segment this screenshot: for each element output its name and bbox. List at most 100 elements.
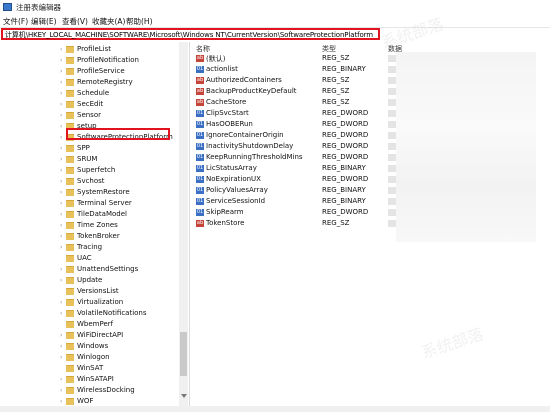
chevron-right-icon[interactable]: ›	[60, 79, 62, 86]
chevron-right-icon[interactable]: ›	[60, 222, 62, 229]
menu-view[interactable]: 查看(V)	[62, 16, 88, 27]
chevron-right-icon[interactable]: ›	[60, 233, 62, 240]
value-name: InactivityShutdownDelay	[206, 142, 294, 150]
value-name: SkipRearm	[206, 208, 244, 216]
tree-item[interactable]: › Terminal Server	[0, 198, 178, 209]
value-type: REG_DWORD	[322, 153, 369, 161]
chevron-right-icon[interactable]: ›	[60, 387, 62, 394]
tree-item[interactable]: › Svchost	[0, 176, 178, 187]
tree-item[interactable]: › SPP	[0, 143, 178, 154]
chevron-right-icon[interactable]: ›	[60, 244, 62, 251]
tree-item-label: RemoteRegistry	[77, 78, 133, 86]
folder-icon	[66, 79, 74, 86]
chevron-right-icon[interactable]: ›	[60, 101, 62, 108]
chevron-right-icon[interactable]: ›	[60, 68, 62, 75]
tree-item-label: SystemRestore	[77, 188, 130, 196]
chevron-right-icon[interactable]: ›	[60, 134, 62, 141]
value-type: REG_SZ	[322, 76, 350, 84]
folder-icon	[66, 189, 74, 196]
tree-item[interactable]: › SRUM	[0, 154, 178, 165]
tree-scrollbar-thumb[interactable]	[180, 332, 187, 376]
value-name: PolicyValuesArray	[206, 186, 268, 194]
tree-item[interactable]: › SystemRestore	[0, 187, 178, 198]
reg-binary-icon: 01	[196, 110, 204, 117]
tree-item[interactable]: › Time Zones	[0, 220, 178, 231]
chevron-right-icon[interactable]: ›	[60, 354, 62, 361]
tree-item[interactable]: › WOF	[0, 396, 178, 406]
menu-file[interactable]: 文件(F)	[3, 16, 28, 27]
address-bar[interactable]: 计算机\HKEY_LOCAL_MACHINE\SOFTWARE\Microsof…	[1, 28, 380, 40]
chevron-right-icon[interactable]: ›	[60, 178, 62, 185]
menu-help[interactable]: 帮助(H)	[126, 16, 153, 27]
tree-scrollbar[interactable]	[179, 42, 188, 406]
chevron-right-icon[interactable]: ›	[60, 200, 62, 207]
reg-binary-icon: 01	[196, 165, 204, 172]
tree-item[interactable]: › TileDataModel	[0, 209, 178, 220]
chevron-right-icon[interactable]: ›	[60, 57, 62, 64]
chevron-right-icon[interactable]: ›	[60, 277, 62, 284]
tree-item[interactable]: › UnattendSettings	[0, 264, 178, 275]
address-path[interactable]: 计算机\HKEY_LOCAL_MACHINE\SOFTWARE\Microsof…	[5, 30, 373, 40]
chevron-right-icon[interactable]: ›	[60, 343, 62, 350]
chevron-right-icon[interactable]: ›	[60, 112, 62, 119]
tree-item[interactable]: › Virtualization	[0, 297, 178, 308]
tree-item-label: WinSAT	[77, 364, 104, 372]
tree-item[interactable]: › ProfileService	[0, 66, 178, 77]
registry-key-tree[interactable]: › ProfileList › ProfileNotification › Profile…	[0, 42, 188, 406]
chevron-right-icon[interactable]: ›	[60, 46, 62, 53]
tree-item[interactable]: UAC	[0, 253, 178, 264]
chevron-right-icon[interactable]: ›	[60, 145, 62, 152]
folder-icon	[66, 112, 74, 119]
folder-icon	[66, 299, 74, 306]
reg-binary-icon: 01	[196, 187, 204, 194]
tree-item[interactable]: › Tracing	[0, 242, 178, 253]
tree-item[interactable]: › Superfetch	[0, 165, 178, 176]
folder-icon	[66, 222, 74, 229]
menu-edit[interactable]: 编辑(E)	[31, 16, 57, 27]
value-type: REG_DWORD	[322, 208, 369, 216]
tree-item[interactable]: › VolatileNotifications	[0, 308, 178, 319]
scroll-down-arrow-icon[interactable]	[181, 394, 187, 398]
chevron-right-icon[interactable]: ›	[60, 376, 62, 383]
chevron-right-icon[interactable]: ›	[60, 332, 62, 339]
tree-item[interactable]: › ProfileList	[0, 44, 178, 55]
chevron-right-icon[interactable]: ›	[60, 266, 62, 273]
chevron-right-icon[interactable]: ›	[60, 90, 62, 97]
tree-item[interactable]: › Sensor	[0, 110, 178, 121]
folder-icon	[66, 365, 74, 372]
registry-editor-icon	[3, 3, 12, 11]
tree-item[interactable]: › SecEdit	[0, 99, 178, 110]
folder-icon	[66, 398, 74, 405]
folder-icon	[66, 178, 74, 185]
chevron-right-icon[interactable]: ›	[60, 398, 62, 405]
tree-item[interactable]: › Winlogon	[0, 352, 178, 363]
tree-item[interactable]: › Schedule	[0, 88, 178, 99]
tree-item-label: Superfetch	[77, 166, 116, 174]
reg-binary-icon: 01	[196, 132, 204, 139]
chevron-right-icon[interactable]: ›	[60, 123, 62, 130]
chevron-right-icon[interactable]: ›	[60, 299, 62, 306]
folder-icon	[66, 277, 74, 284]
chevron-right-icon[interactable]: ›	[60, 211, 62, 218]
chevron-right-icon[interactable]: ›	[60, 156, 62, 163]
tree-item[interactable]: › WirelessDocking	[0, 385, 178, 396]
tree-item-label: UnattendSettings	[77, 265, 139, 273]
chevron-right-icon[interactable]: ›	[60, 189, 62, 196]
tree-item[interactable]: › Windows	[0, 341, 178, 352]
tree-item[interactable]: › ProfileNotification	[0, 55, 178, 66]
tree-item[interactable]: VersionsList	[0, 286, 178, 297]
value-name: BackupProductKeyDefault	[206, 87, 297, 95]
chevron-right-icon[interactable]: ›	[60, 310, 62, 317]
tree-item[interactable]: WinSAT	[0, 363, 178, 374]
tree-item[interactable]: WbemPerf	[0, 319, 178, 330]
folder-icon	[66, 156, 74, 163]
tree-item-label: ProfileList	[77, 45, 112, 53]
tree-item[interactable]: › WiFiDirectAPI	[0, 330, 178, 341]
tree-item[interactable]: › TokenBroker	[0, 231, 178, 242]
value-name: IgnoreContainerOrigin	[206, 131, 284, 139]
menu-favorites[interactable]: 收藏夹(A)	[92, 16, 125, 27]
chevron-right-icon[interactable]: ›	[60, 167, 62, 174]
tree-item[interactable]: › Update	[0, 275, 178, 286]
tree-item[interactable]: › WinSATAPI	[0, 374, 178, 385]
tree-item[interactable]: › RemoteRegistry	[0, 77, 178, 88]
